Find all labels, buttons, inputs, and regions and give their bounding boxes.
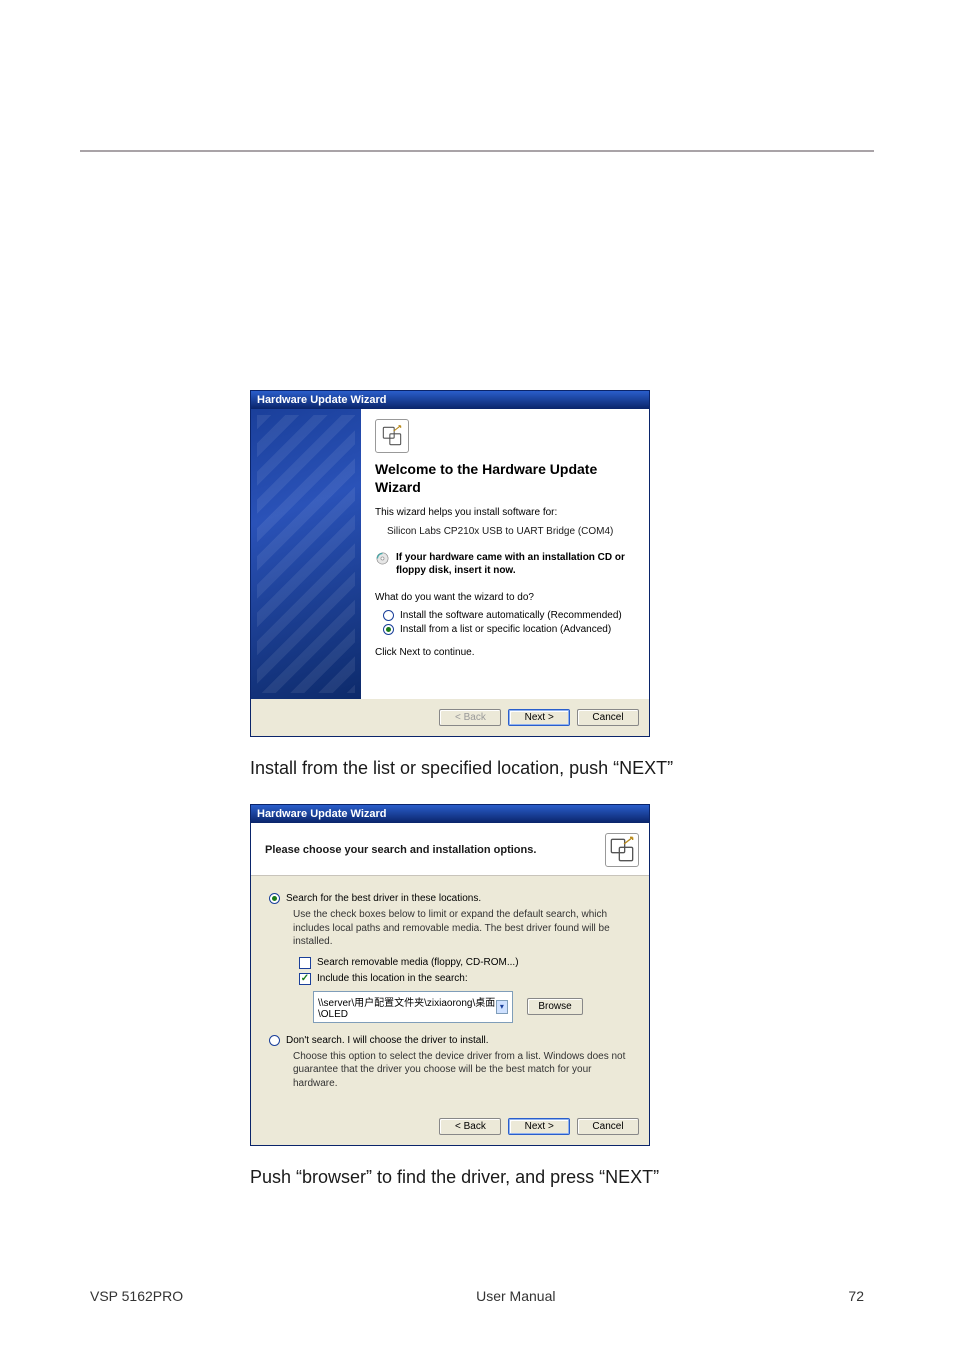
radio-icon: [383, 624, 394, 635]
checkbox-label: Include this location in the search:: [317, 973, 468, 984]
search-description: Use the check boxes below to limit or ex…: [293, 908, 631, 949]
dont-search-description: Choose this option to select the device …: [293, 1050, 631, 1091]
page-footer: VSP 5162PRO User Manual 72: [0, 1288, 954, 1304]
radio-label: Search for the best driver in these loca…: [286, 893, 481, 904]
wizard-heading: Welcome to the Hardware Update Wizard: [375, 461, 635, 496]
radio-icon: [269, 893, 280, 904]
location-path-combo[interactable]: \\server\用户配置文件夹\zixiaorong\桌面\OLED ▾: [313, 991, 513, 1023]
checkbox-icon: [299, 957, 311, 969]
combo-value: \\server\用户配置文件夹\zixiaorong\桌面\OLED: [318, 994, 496, 1020]
wizard-welcome-window: Hardware Update Wizard Welcome to the Ha…: [250, 390, 650, 737]
wizard-question: What do you want the wizard to do?: [375, 591, 635, 605]
header-divider: [80, 150, 874, 152]
chevron-down-icon: ▾: [496, 1000, 508, 1014]
radio-icon: [269, 1035, 280, 1046]
footer-doc-title: User Manual: [476, 1288, 555, 1304]
next-button[interactable]: Next >: [508, 1118, 570, 1135]
radio-install-auto[interactable]: Install the software automatically (Reco…: [383, 610, 635, 621]
wizard-side-graphic: [251, 409, 361, 699]
radio-install-from-list[interactable]: Install from a list or specific location…: [383, 624, 635, 635]
footer-page-number: 72: [848, 1288, 864, 1304]
next-button[interactable]: Next >: [508, 709, 570, 726]
checkbox-label: Search removable media (floppy, CD-ROM..…: [317, 957, 519, 968]
checkbox-icon: [299, 973, 311, 985]
radio-label: Install from a list or specific location…: [400, 624, 611, 635]
wizard-step-heading: Please choose your search and installati…: [265, 844, 536, 856]
radio-label: Install the software automatically (Reco…: [400, 610, 622, 621]
back-button: < Back: [439, 709, 501, 726]
instruction-text-2: Push “browser” to find the driver, and p…: [250, 1164, 870, 1191]
wizard-intro-text: This wizard helps you install software f…: [375, 506, 635, 520]
radio-search-best[interactable]: Search for the best driver in these loca…: [269, 893, 631, 904]
hardware-icon: [375, 419, 409, 453]
radio-label: Don't search. I will choose the driver t…: [286, 1035, 489, 1046]
radio-dont-search[interactable]: Don't search. I will choose the driver t…: [269, 1035, 631, 1046]
window-title: Hardware Update Wizard: [251, 391, 649, 409]
cd-hint-text: If your hardware came with an installati…: [396, 551, 635, 577]
cancel-button[interactable]: Cancel: [577, 1118, 639, 1135]
device-name: Silicon Labs CP210x USB to UART Bridge (…: [387, 526, 635, 537]
footer-product: VSP 5162PRO: [90, 1288, 183, 1304]
checkbox-include-location[interactable]: Include this location in the search:: [299, 973, 631, 985]
checkbox-removable-media[interactable]: Search removable media (floppy, CD-ROM..…: [299, 957, 631, 969]
continue-hint: Click Next to continue.: [375, 647, 635, 658]
instruction-text-1: Install from the list or specified locat…: [250, 755, 870, 782]
cancel-button[interactable]: Cancel: [577, 709, 639, 726]
wizard-search-options-window: Hardware Update Wizard Please choose you…: [250, 804, 650, 1146]
back-button[interactable]: < Back: [439, 1118, 501, 1135]
radio-icon: [383, 610, 394, 621]
window-title: Hardware Update Wizard: [251, 805, 649, 823]
hardware-icon: [605, 833, 639, 867]
browse-button[interactable]: Browse: [527, 998, 583, 1015]
cd-icon: [375, 551, 390, 573]
